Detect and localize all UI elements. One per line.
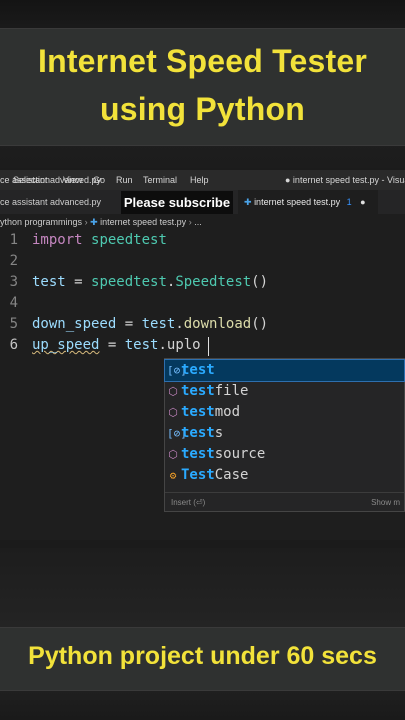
problem-count-badge: 1 <box>346 197 352 207</box>
show-more-hint[interactable]: Show m <box>371 493 400 512</box>
python-file-icon: ✚ <box>90 217 98 227</box>
code-token: speedtest <box>91 274 167 290</box>
code-line[interactable]: 6 up_speed = test.uplo <box>0 335 405 356</box>
code-token: test <box>141 316 176 332</box>
class-icon: ⚙ <box>169 469 177 482</box>
breadcrumb-folder[interactable]: ython programmings <box>0 217 82 227</box>
code-line[interactable]: 4 <box>0 293 405 314</box>
variable-icon: [⊘] <box>167 427 187 440</box>
code-token: test <box>124 337 159 353</box>
line-number: 5 <box>9 316 18 332</box>
subscribe-overlay: Please subscribe <box>121 191 233 215</box>
menu-item-run[interactable]: Run <box>116 170 133 190</box>
code-token: . <box>175 316 184 332</box>
python-file-icon: ✚ <box>244 197 252 207</box>
title-card: Internet Speed Tester using Python <box>0 28 405 146</box>
code-token: () <box>251 274 269 290</box>
code-token: down_speed <box>32 316 117 332</box>
code-token: up_speed <box>32 337 100 353</box>
active-tab-label: internet speed test.py <box>254 197 341 207</box>
suggestion-label: tests <box>181 423 223 444</box>
code-token: download <box>183 316 252 332</box>
code-token: test <box>32 274 66 290</box>
suggestion-item[interactable]: [⊘] tests <box>165 423 404 444</box>
tab-assistant-advanced[interactable]: ce assistant advanced.py <box>0 190 101 214</box>
title-line-1: Internet Speed Tester <box>37 43 368 79</box>
suggestion-match: test <box>181 446 215 462</box>
unsaved-dot-icon[interactable]: ● <box>360 197 365 207</box>
suggestion-item[interactable]: ⬡ testsource <box>165 444 404 465</box>
title-line-2: using Python <box>99 91 306 127</box>
code-token: = <box>116 316 142 332</box>
suggestion-item[interactable]: ⚙ TestCase <box>165 465 404 486</box>
code-token: = <box>99 337 125 353</box>
suggestion-match: test <box>181 383 215 399</box>
suggestion-label: TestCase <box>181 465 248 486</box>
suggestion-label: test <box>181 360 215 381</box>
module-icon: ⬡ <box>168 406 178 419</box>
suggestion-label: testmod <box>181 402 240 423</box>
code-token: speedtest <box>91 232 167 248</box>
suggestion-rest: s <box>214 425 224 441</box>
window-title: ● internet speed test.py - Visual <box>285 175 405 185</box>
suggestion-item[interactable]: ⬡ testfile <box>165 381 404 402</box>
suggestion-match: Test <box>181 467 215 483</box>
breadcrumb-more[interactable]: ... <box>194 217 202 227</box>
suggestion-match: test <box>181 404 215 420</box>
code-line[interactable]: 2 <box>0 251 405 272</box>
module-icon: ⬡ <box>168 385 178 398</box>
code-text: test = speedtest.Speedtest() <box>32 272 268 293</box>
breadcrumb: ython programmings › ✚ internet speed te… <box>0 214 405 230</box>
menu-item-go[interactable]: Go <box>93 170 105 190</box>
code-token: import <box>32 232 83 248</box>
suggestion-item[interactable]: [⊘] test <box>164 359 405 382</box>
suggestion-item[interactable]: ⬡ testmod <box>165 402 404 423</box>
tab-internet-speed-test[interactable]: ✚ internet speed test.py 1 ● <box>238 190 378 214</box>
text-cursor <box>208 337 209 356</box>
code-line[interactable]: 5 down_speed = test.download() <box>0 314 405 335</box>
code-line[interactable]: 3 test = speedtest.Speedtest() <box>0 272 405 293</box>
suggestion-label: testsource <box>181 444 265 465</box>
code-token: uplo <box>166 337 201 353</box>
code-token: = <box>65 274 92 290</box>
suggestion-widget: Insert (⏎) Show m [⊘] test ⬡ testfile ⬡ testm… <box>164 358 405 512</box>
code-line[interactable]: 1 import speedtest <box>0 230 405 251</box>
suggestion-rest: source <box>214 446 266 462</box>
module-icon: ⬡ <box>168 448 178 461</box>
suggestion-rest: file <box>214 383 249 399</box>
insert-hint: Insert (⏎) <box>171 498 206 507</box>
line-number: 4 <box>9 295 18 311</box>
suggestion-match: test <box>181 425 215 441</box>
code-token: Speedtest <box>175 274 252 290</box>
line-number: 2 <box>9 253 18 269</box>
breadcrumb-file[interactable]: internet speed test.py <box>100 217 186 227</box>
suggestion-rest: Case <box>214 467 249 483</box>
footer-caption: Python project under 60 secs <box>28 642 377 670</box>
code-text: down_speed = test.download() <box>32 314 268 335</box>
code-token: () <box>251 316 269 332</box>
line-number: 6 <box>9 337 18 353</box>
menu-item-view[interactable]: View <box>63 170 82 190</box>
code-text: up_speed = test.uplo <box>32 335 201 356</box>
code-text: import speedtest <box>32 230 167 251</box>
variable-icon: [⊘] <box>167 364 187 377</box>
menu-item-selection[interactable]: Selection <box>13 170 50 190</box>
line-number: 3 <box>9 274 18 290</box>
code-token: . <box>158 337 167 353</box>
menu-item-help[interactable]: Help <box>190 170 209 190</box>
suggestion-footer: Insert (⏎) Show m <box>165 492 404 512</box>
suggestion-match: test <box>181 362 215 378</box>
suggestion-rest: mod <box>214 404 241 420</box>
suggestion-label: testfile <box>181 381 248 402</box>
line-number: 1 <box>9 232 18 248</box>
menu-bar: ce assistant advanced.py Selection View … <box>0 170 405 190</box>
menu-item-terminal[interactable]: Terminal <box>143 170 177 190</box>
